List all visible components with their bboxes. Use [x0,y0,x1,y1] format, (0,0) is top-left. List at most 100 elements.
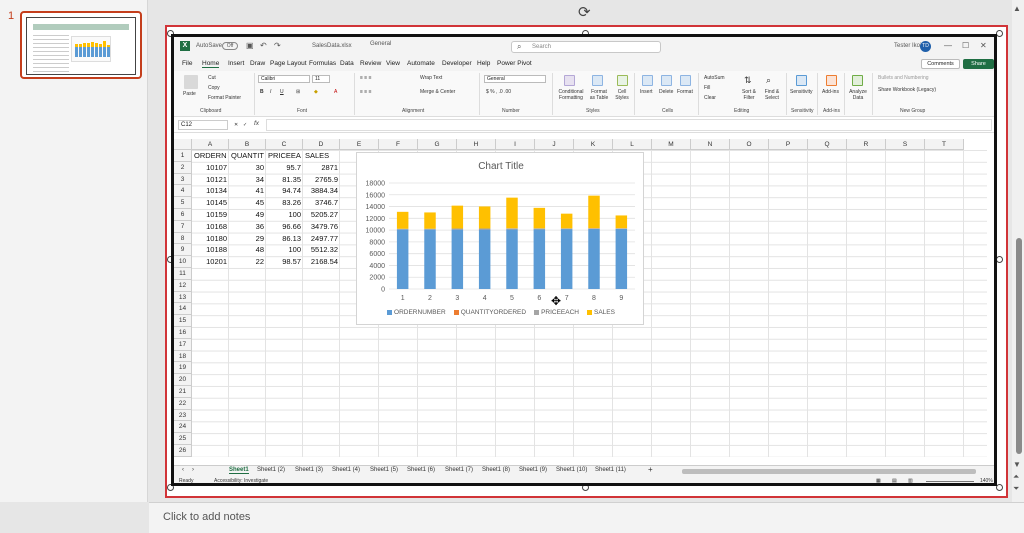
cancel-icon[interactable]: ✕ [234,122,238,128]
sheet-tab[interactable]: Sheet1 (4) [332,467,360,473]
resize-handle[interactable] [996,256,1003,263]
underline-icon[interactable]: U [280,89,284,95]
sheet-tab[interactable]: Sheet1 (6) [407,467,435,473]
column-header-c[interactable]: C [266,139,303,150]
row-header-10[interactable]: 10 [174,256,192,268]
cell-a8[interactable]: 10180 [194,233,227,245]
cell-b2[interactable]: 30 [231,162,264,174]
sensitivity-button[interactable]: Sensitivity [790,89,813,95]
resize-handle[interactable] [996,484,1003,491]
borders-icon[interactable]: ⊞ [296,89,300,95]
notes-pane[interactable]: Click to add notes [149,502,1024,533]
sheet-tab[interactable]: Sheet1 (11) [595,467,626,473]
legend-entry[interactable]: SALES [587,309,615,316]
comments-button[interactable]: Comments [921,59,960,69]
rotate-handle-icon[interactable]: ⟳ [578,3,591,21]
sensitivity-label[interactable]: General [370,41,391,47]
paste-icon[interactable] [184,75,198,89]
format-as-table-icon[interactable] [592,75,603,86]
tab-power-pivot[interactable]: Power Pivot [497,60,532,67]
addins-icon[interactable] [826,75,837,86]
legend-entry[interactable]: QUANTITYORDERED [453,309,526,316]
cell-c4[interactable]: 94.74 [268,185,301,197]
cell-a3[interactable]: 10121 [194,174,227,186]
page-layout-view-icon[interactable]: ▤ [892,478,897,483]
analyze-data-button[interactable]: Analyze Data [848,89,868,101]
format-painter-button[interactable]: Format Painter [208,95,241,101]
cell-d1[interactable]: SALES [305,150,338,162]
clear-button[interactable]: Clear [704,95,716,101]
cell-c3[interactable]: 81.35 [268,174,301,186]
cell-a1[interactable]: ORDERNU [194,150,227,162]
tab-formulas[interactable]: Formulas [309,60,336,67]
find-select-icon[interactable]: ⌕ [766,75,771,86]
column-header-b[interactable]: B [229,139,266,150]
cell-d6[interactable]: 5205.27 [305,209,338,221]
name-box[interactable]: C12 [178,120,228,130]
row-header-9[interactable]: 9 [174,244,192,257]
cell-b9[interactable]: 48 [231,244,264,256]
sheet-tab[interactable]: Sheet1 (8) [482,467,510,473]
save-icon[interactable]: ▣ [246,41,254,50]
number-format-select[interactable]: General [484,75,546,83]
cut-button[interactable]: Cut [208,75,216,81]
currency-icon[interactable]: $ % ‚ .0 .00 [486,89,511,95]
column-header-s[interactable]: S [886,139,925,150]
row-header-14[interactable]: 14 [174,303,192,316]
sensitivity-icon[interactable] [796,75,807,86]
cell-b6[interactable]: 49 [231,209,264,221]
redo-icon[interactable]: ↷ [274,41,281,50]
horizontal-scrollbar[interactable] [682,469,976,474]
page-break-view-icon[interactable]: ▥ [908,478,913,483]
formula-input[interactable] [266,119,992,131]
accessibility-status[interactable]: Accessibility: Investigate [214,478,268,483]
row-header-7[interactable]: 7 [174,220,192,233]
column-header-e[interactable]: E [340,139,379,150]
cell-c6[interactable]: 100 [268,209,301,221]
sheet-tab[interactable]: Sheet1 (5) [370,467,398,473]
align-left-icon[interactable]: ≡ ≡ ≡ [360,89,372,95]
sort-filter-icon[interactable]: ⇅ [744,75,752,86]
row-header-3[interactable]: 3 [174,173,192,186]
tab-home[interactable]: Home [202,60,220,68]
find-select-button[interactable]: Find & Select [763,89,781,101]
column-header-p[interactable]: P [769,139,808,150]
share-button[interactable]: Share [963,59,994,69]
cell-a9[interactable]: 10188 [194,244,227,256]
format-as-table-button[interactable]: Format as Table [588,89,610,101]
row-header-23[interactable]: 23 [174,409,192,422]
bullets-numbering-button[interactable]: Bullets and Numbering [878,75,929,81]
column-header-n[interactable]: N [691,139,730,150]
row-header-18[interactable]: 18 [174,350,192,363]
column-header-l[interactable]: L [613,139,652,150]
delete-cells-button[interactable]: Delete [659,89,673,95]
share-workbook-button[interactable]: Share Workbook (Legacy) [878,87,936,93]
legend-entry[interactable]: ORDERNUMBER [387,309,446,316]
column-header-i[interactable]: I [496,139,535,150]
tab-help[interactable]: Help [477,60,490,67]
row-header-20[interactable]: 20 [174,374,192,386]
tab-review[interactable]: Review [360,60,381,67]
scroll-down-icon[interactable]: ▼ [1013,460,1021,469]
conditional-formatting-button[interactable]: Conditional Formatting [556,89,586,101]
cell-c2[interactable]: 95.7 [268,162,301,174]
column-header-o[interactable]: O [730,139,769,150]
cell-c10[interactable]: 98.57 [268,256,301,268]
cell-d9[interactable]: 5512.32 [305,244,338,256]
cell-b4[interactable]: 41 [231,185,264,197]
vertical-scrollbar-thumb[interactable] [1016,238,1022,454]
row-header-11[interactable]: 11 [174,268,192,280]
row-header-6[interactable]: 6 [174,209,192,221]
row-header-8[interactable]: 8 [174,232,192,245]
sheet-tab[interactable]: Sheet1 (7) [445,467,473,473]
cell-a10[interactable]: 10201 [194,256,227,268]
row-header-26[interactable]: 26 [174,445,192,457]
tab-automate[interactable]: Automate [407,60,435,67]
row-header-17[interactable]: 17 [174,338,192,351]
tab-page-layout[interactable]: Page Layout [270,60,307,67]
row-header-24[interactable]: 24 [174,421,192,434]
legend-entry[interactable]: PRICEEACH [534,309,579,316]
cell-c9[interactable]: 100 [268,244,301,256]
row-header-5[interactable]: 5 [174,197,192,209]
cell-a4[interactable]: 10134 [194,185,227,197]
